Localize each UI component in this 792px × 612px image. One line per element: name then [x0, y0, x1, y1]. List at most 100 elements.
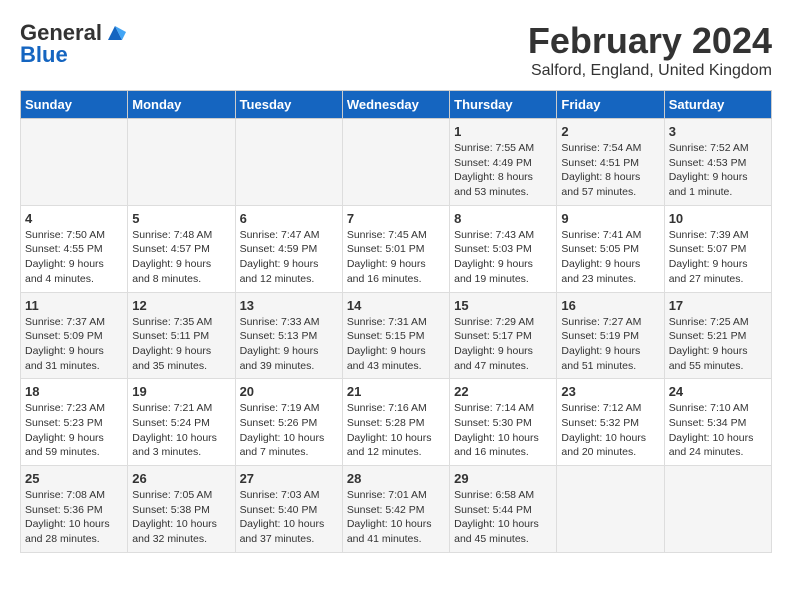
day-number: 15	[454, 298, 552, 313]
day-info: Sunrise: 7:19 AM Sunset: 5:26 PM Dayligh…	[240, 401, 338, 460]
day-info: Sunrise: 7:21 AM Sunset: 5:24 PM Dayligh…	[132, 401, 230, 460]
day-info: Sunrise: 7:16 AM Sunset: 5:28 PM Dayligh…	[347, 401, 445, 460]
day-number: 2	[561, 124, 659, 139]
weekday-header: Thursday	[450, 91, 557, 119]
calendar-week-row: 25 Sunrise: 7:08 AM Sunset: 5:36 PM Dayli…	[21, 466, 772, 553]
day-info: Sunrise: 7:55 AM Sunset: 4:49 PM Dayligh…	[454, 141, 552, 200]
day-info: Sunrise: 7:05 AM Sunset: 5:38 PM Dayligh…	[132, 488, 230, 547]
weekday-header: Wednesday	[342, 91, 449, 119]
day-number: 3	[669, 124, 767, 139]
day-number: 14	[347, 298, 445, 313]
day-info: Sunrise: 7:41 AM Sunset: 5:05 PM Dayligh…	[561, 228, 659, 287]
day-number: 1	[454, 124, 552, 139]
weekday-header: Tuesday	[235, 91, 342, 119]
calendar-week-row: 1 Sunrise: 7:55 AM Sunset: 4:49 PM Daylig…	[21, 119, 772, 206]
day-number: 18	[25, 384, 123, 399]
day-info: Sunrise: 7:23 AM Sunset: 5:23 PM Dayligh…	[25, 401, 123, 460]
day-number: 13	[240, 298, 338, 313]
day-info: Sunrise: 7:35 AM Sunset: 5:11 PM Dayligh…	[132, 315, 230, 374]
title-block: February 2024 Salford, England, United K…	[528, 20, 772, 80]
calendar-cell: 16 Sunrise: 7:27 AM Sunset: 5:19 PM Dayli…	[557, 292, 664, 379]
calendar-cell: 5 Sunrise: 7:48 AM Sunset: 4:57 PM Daylig…	[128, 205, 235, 292]
day-number: 4	[25, 211, 123, 226]
day-info: Sunrise: 7:27 AM Sunset: 5:19 PM Dayligh…	[561, 315, 659, 374]
calendar-cell: 24Sunrise: 7:10 AM Sunset: 5:34 PM Dayli…	[664, 379, 771, 466]
calendar-cell	[128, 119, 235, 206]
day-number: 21	[347, 384, 445, 399]
calendar-cell: 6 Sunrise: 7:47 AM Sunset: 4:59 PM Daylig…	[235, 205, 342, 292]
day-number: 26	[132, 471, 230, 486]
day-number: 8	[454, 211, 552, 226]
day-number: 29	[454, 471, 552, 486]
logo: General Blue	[20, 20, 126, 68]
calendar-cell: 23 Sunrise: 7:12 AM Sunset: 5:32 PM Dayli…	[557, 379, 664, 466]
day-number: 25	[25, 471, 123, 486]
day-info: Sunrise: 7:33 AM Sunset: 5:13 PM Dayligh…	[240, 315, 338, 374]
day-number: 6	[240, 211, 338, 226]
day-number: 23	[561, 384, 659, 399]
calendar-week-row: 4 Sunrise: 7:50 AM Sunset: 4:55 PM Daylig…	[21, 205, 772, 292]
day-info: Sunrise: 7:52 AM Sunset: 4:53 PM Dayligh…	[669, 141, 767, 200]
day-info: Sunrise: 7:45 AM Sunset: 5:01 PM Dayligh…	[347, 228, 445, 287]
calendar-cell: 27 Sunrise: 7:03 AM Sunset: 5:40 PM Dayli…	[235, 466, 342, 553]
calendar-cell: 11Sunrise: 7:37 AM Sunset: 5:09 PM Dayli…	[21, 292, 128, 379]
calendar-cell: 2 Sunrise: 7:54 AM Sunset: 4:51 PM Daylig…	[557, 119, 664, 206]
day-number: 5	[132, 211, 230, 226]
calendar-table: SundayMondayTuesdayWednesdayThursdayFrid…	[20, 90, 772, 553]
page-header: General Blue February 2024 Salford, Engl…	[20, 20, 772, 80]
month-title: February 2024	[528, 20, 772, 62]
day-info: Sunrise: 7:47 AM Sunset: 4:59 PM Dayligh…	[240, 228, 338, 287]
day-info: Sunrise: 7:48 AM Sunset: 4:57 PM Dayligh…	[132, 228, 230, 287]
calendar-cell: 1 Sunrise: 7:55 AM Sunset: 4:49 PM Daylig…	[450, 119, 557, 206]
weekday-header: Friday	[557, 91, 664, 119]
calendar-cell	[557, 466, 664, 553]
calendar-cell: 7 Sunrise: 7:45 AM Sunset: 5:01 PM Daylig…	[342, 205, 449, 292]
day-info: Sunrise: 7:08 AM Sunset: 5:36 PM Dayligh…	[25, 488, 123, 547]
location: Salford, England, United Kingdom	[528, 62, 772, 80]
calendar-cell: 12 Sunrise: 7:35 AM Sunset: 5:11 PM Dayli…	[128, 292, 235, 379]
day-info: Sunrise: 7:50 AM Sunset: 4:55 PM Dayligh…	[25, 228, 123, 287]
day-info: Sunrise: 7:39 AM Sunset: 5:07 PM Dayligh…	[669, 228, 767, 287]
day-number: 7	[347, 211, 445, 226]
calendar-cell: 14 Sunrise: 7:31 AM Sunset: 5:15 PM Dayli…	[342, 292, 449, 379]
day-info: Sunrise: 7:37 AM Sunset: 5:09 PM Dayligh…	[25, 315, 123, 374]
day-info: Sunrise: 7:01 AM Sunset: 5:42 PM Dayligh…	[347, 488, 445, 547]
calendar-cell: 3 Sunrise: 7:52 AM Sunset: 4:53 PM Daylig…	[664, 119, 771, 206]
logo-icon	[104, 22, 126, 44]
day-info: Sunrise: 7:03 AM Sunset: 5:40 PM Dayligh…	[240, 488, 338, 547]
day-number: 28	[347, 471, 445, 486]
day-number: 20	[240, 384, 338, 399]
calendar-cell: 28 Sunrise: 7:01 AM Sunset: 5:42 PM Dayli…	[342, 466, 449, 553]
weekday-header: Saturday	[664, 91, 771, 119]
calendar-cell: 8Sunrise: 7:43 AM Sunset: 5:03 PM Daylig…	[450, 205, 557, 292]
day-number: 27	[240, 471, 338, 486]
calendar-cell	[342, 119, 449, 206]
day-info: Sunrise: 7:54 AM Sunset: 4:51 PM Dayligh…	[561, 141, 659, 200]
calendar-cell: 17 Sunrise: 7:25 AM Sunset: 5:21 PM Dayli…	[664, 292, 771, 379]
day-info: Sunrise: 7:25 AM Sunset: 5:21 PM Dayligh…	[669, 315, 767, 374]
calendar-cell	[664, 466, 771, 553]
day-number: 17	[669, 298, 767, 313]
calendar-cell: 9Sunrise: 7:41 AM Sunset: 5:05 PM Daylig…	[557, 205, 664, 292]
calendar-cell: 4 Sunrise: 7:50 AM Sunset: 4:55 PM Daylig…	[21, 205, 128, 292]
day-info: Sunrise: 7:12 AM Sunset: 5:32 PM Dayligh…	[561, 401, 659, 460]
day-number: 12	[132, 298, 230, 313]
calendar-week-row: 18 Sunrise: 7:23 AM Sunset: 5:23 PM Dayli…	[21, 379, 772, 466]
calendar-cell: 13 Sunrise: 7:33 AM Sunset: 5:13 PM Dayli…	[235, 292, 342, 379]
day-number: 16	[561, 298, 659, 313]
day-info: Sunrise: 7:10 AM Sunset: 5:34 PM Dayligh…	[669, 401, 767, 460]
logo-blue: Blue	[20, 42, 68, 68]
day-info: Sunrise: 7:14 AM Sunset: 5:30 PM Dayligh…	[454, 401, 552, 460]
calendar-cell: 26 Sunrise: 7:05 AM Sunset: 5:38 PM Dayli…	[128, 466, 235, 553]
calendar-cell: 20 Sunrise: 7:19 AM Sunset: 5:26 PM Dayli…	[235, 379, 342, 466]
weekday-header: Monday	[128, 91, 235, 119]
calendar-week-row: 11Sunrise: 7:37 AM Sunset: 5:09 PM Dayli…	[21, 292, 772, 379]
calendar-header-row: SundayMondayTuesdayWednesdayThursdayFrid…	[21, 91, 772, 119]
calendar-cell: 21 Sunrise: 7:16 AM Sunset: 5:28 PM Dayli…	[342, 379, 449, 466]
calendar-cell: 29Sunrise: 6:58 AM Sunset: 5:44 PM Dayli…	[450, 466, 557, 553]
calendar-cell: 10 Sunrise: 7:39 AM Sunset: 5:07 PM Dayli…	[664, 205, 771, 292]
weekday-header: Sunday	[21, 91, 128, 119]
day-info: Sunrise: 7:31 AM Sunset: 5:15 PM Dayligh…	[347, 315, 445, 374]
calendar-cell: 19Sunrise: 7:21 AM Sunset: 5:24 PM Dayli…	[128, 379, 235, 466]
day-number: 10	[669, 211, 767, 226]
